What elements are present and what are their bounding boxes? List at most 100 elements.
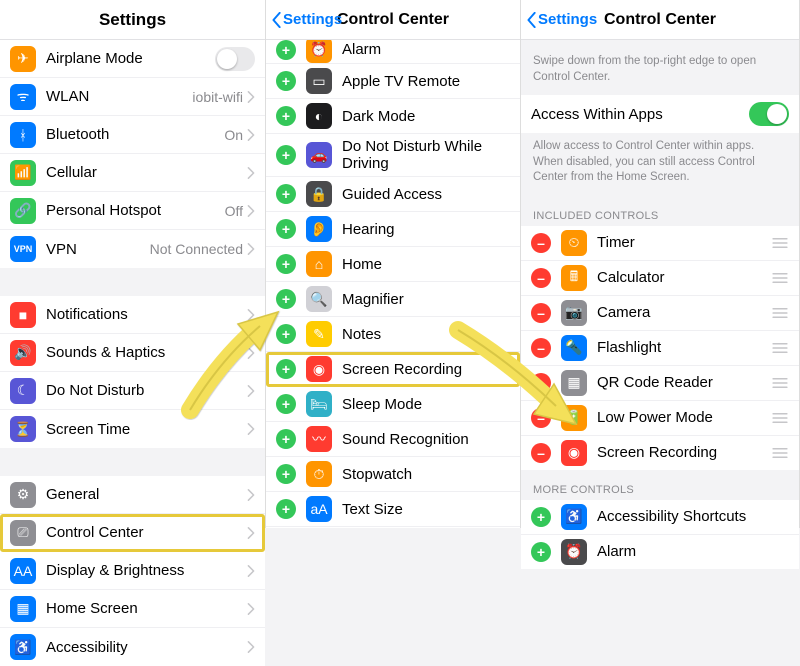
remove-button[interactable]: –: [531, 233, 551, 253]
settings-row-cellular[interactable]: 📶Cellular: [0, 154, 265, 192]
add-control-row-guided-access[interactable]: +🔒Guided Access: [266, 177, 520, 212]
add-button[interactable]: +: [276, 71, 296, 91]
drag-handle-icon[interactable]: [771, 307, 789, 319]
row-label: Notifications: [46, 306, 247, 323]
add-control-row-apple-tv-remote[interactable]: +▭Apple TV Remote: [266, 64, 520, 99]
access-within-apps-row[interactable]: Access Within Apps: [521, 95, 799, 133]
add-control-row-magnifier[interactable]: +🔍Magnifier: [266, 282, 520, 317]
add-button[interactable]: +: [276, 464, 296, 484]
add-control-row-do-not-disturb-while-driving[interactable]: +🚗Do Not Disturb While Driving: [266, 134, 520, 177]
add-button[interactable]: +: [531, 542, 551, 562]
settings-row-wlan[interactable]: ᯤWLANiobit-wifi: [0, 78, 265, 116]
settings-row-bluetooth[interactable]: ᚼBluetoothOn: [0, 116, 265, 154]
remove-button[interactable]: –: [531, 443, 551, 463]
settings-row-screen-time[interactable]: ⏳Screen Time: [0, 410, 265, 448]
add-button[interactable]: +: [276, 429, 296, 449]
included-row-screen-recording[interactable]: –◉Screen Recording: [521, 436, 799, 470]
included-row-low-power-mode[interactable]: –🔋Low Power Mode: [521, 401, 799, 436]
settings-row-vpn[interactable]: VPNVPNNot Connected: [0, 230, 265, 268]
add-control-row-hearing[interactable]: +👂Hearing: [266, 212, 520, 247]
more-row-alarm[interactable]: +⏰Alarm: [521, 535, 799, 569]
drag-handle-icon[interactable]: [771, 342, 789, 354]
add-button[interactable]: +: [276, 254, 296, 274]
settings-row-accessibility[interactable]: ♿Accessibility: [0, 628, 265, 666]
remove-button[interactable]: –: [531, 408, 551, 428]
add-button[interactable]: +: [276, 499, 296, 519]
row-label: Text Size: [342, 501, 510, 518]
car-icon: 🚗: [306, 142, 332, 168]
settings-row-control-center[interactable]: ⎚Control Center: [0, 514, 265, 552]
settings-row-do-not-disturb[interactable]: ☾Do Not Disturb: [0, 372, 265, 410]
settings-row-airplane-mode[interactable]: ✈Airplane Mode: [0, 40, 265, 78]
back-button[interactable]: Settings: [527, 11, 597, 28]
add-control-row-stopwatch[interactable]: +⏱Stopwatch: [266, 457, 520, 492]
access-label: Access Within Apps: [531, 106, 749, 123]
chevron-right-icon: [247, 423, 255, 435]
record-icon: ◉: [561, 440, 587, 466]
add-button[interactable]: +: [276, 40, 296, 60]
add-control-row-sleep-mode[interactable]: +🛏Sleep Mode: [266, 387, 520, 422]
more-controls-header: MORE CONTROLS: [521, 470, 799, 500]
included-row-timer[interactable]: –⏲Timer: [521, 226, 799, 261]
row-label: WLAN: [46, 88, 192, 105]
battery-icon: 🔋: [561, 405, 587, 431]
settings-row-display-brightness[interactable]: AADisplay & Brightness: [0, 552, 265, 590]
row-label: Calculator: [597, 269, 765, 286]
chevron-right-icon: [247, 243, 255, 255]
header: Settings: [0, 0, 265, 40]
remove-button[interactable]: –: [531, 268, 551, 288]
airplane-icon: ✈: [10, 46, 36, 72]
included-row-qr-code-reader[interactable]: –▦QR Code Reader: [521, 366, 799, 401]
chevron-right-icon: [247, 641, 255, 653]
settings-row-general[interactable]: ⚙General: [0, 476, 265, 514]
switch-icon: ⎚: [10, 520, 36, 546]
add-button[interactable]: +: [276, 145, 296, 165]
remove-button[interactable]: –: [531, 338, 551, 358]
header: Settings Control Center: [521, 0, 799, 40]
included-row-camera[interactable]: –📷Camera: [521, 296, 799, 331]
drag-handle-icon[interactable]: [771, 447, 789, 459]
add-control-row-alarm[interactable]: +⏰Alarm: [266, 40, 520, 64]
settings-row-notifications[interactable]: ■Notifications: [0, 296, 265, 334]
add-button[interactable]: +: [531, 507, 551, 527]
add-button[interactable]: +: [276, 359, 296, 379]
row-label: Accessibility Shortcuts: [597, 508, 789, 525]
header-title: Control Center: [604, 11, 716, 29]
control-center-add-panel: Settings Control Center +⏰Alarm+▭Apple T…: [266, 0, 521, 528]
add-control-row-dark-mode[interactable]: +◐Dark Mode: [266, 99, 520, 134]
back-button[interactable]: Settings: [272, 11, 342, 28]
row-value: Off: [225, 203, 243, 219]
add-control-row-screen-recording[interactable]: +◉Screen Recording: [266, 352, 520, 387]
drag-handle-icon[interactable]: [771, 237, 789, 249]
chevron-right-icon: [247, 205, 255, 217]
drag-handle-icon[interactable]: [771, 412, 789, 424]
included-row-flashlight[interactable]: –🔦Flashlight: [521, 331, 799, 366]
add-control-row-home[interactable]: +⌂Home: [266, 247, 520, 282]
add-button[interactable]: +: [276, 289, 296, 309]
add-button[interactable]: +: [276, 184, 296, 204]
add-button[interactable]: +: [276, 324, 296, 344]
add-button[interactable]: +: [276, 219, 296, 239]
row-label: Apple TV Remote: [342, 73, 510, 90]
add-control-row-text-size[interactable]: +aAText Size: [266, 492, 520, 527]
included-row-calculator[interactable]: –🖩Calculator: [521, 261, 799, 296]
drag-handle-icon[interactable]: [771, 272, 789, 284]
more-row-accessibility-shortcuts[interactable]: +♿Accessibility Shortcuts: [521, 500, 799, 535]
remove-button[interactable]: –: [531, 303, 551, 323]
settings-row-personal-hotspot[interactable]: 🔗Personal HotspotOff: [0, 192, 265, 230]
drag-handle-icon[interactable]: [771, 377, 789, 389]
row-label: Timer: [597, 234, 765, 251]
settings-row-home-screen[interactable]: ▦Home Screen: [0, 590, 265, 628]
chevron-right-icon: [247, 565, 255, 577]
access-toggle[interactable]: [749, 102, 789, 126]
add-control-row-sound-recognition[interactable]: +〰Sound Recognition: [266, 422, 520, 457]
add-button[interactable]: +: [276, 106, 296, 126]
row-label: Display & Brightness: [46, 562, 247, 579]
add-control-row-notes[interactable]: +✎Notes: [266, 317, 520, 352]
row-label: Home Screen: [46, 600, 247, 617]
toggle[interactable]: [215, 47, 255, 71]
remove-button[interactable]: –: [531, 373, 551, 393]
add-button[interactable]: +: [276, 394, 296, 414]
magnify-icon: 🔍: [306, 286, 332, 312]
settings-row-sounds-haptics[interactable]: 🔊Sounds & Haptics: [0, 334, 265, 372]
